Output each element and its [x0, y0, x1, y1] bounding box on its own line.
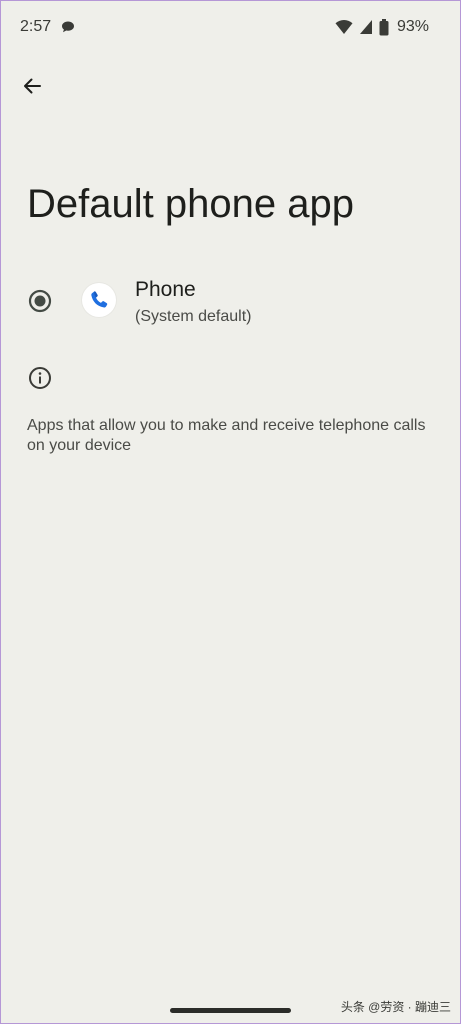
chat-bubble-icon: [62, 21, 74, 33]
status-time: 2:57: [20, 18, 52, 35]
page-title: Default phone app: [27, 182, 354, 226]
app-name: Phone: [135, 278, 196, 301]
watermark: 头条 @劳资 · 蹦迪三: [340, 1000, 451, 1014]
info-icon: [29, 367, 51, 389]
battery-percent: 93%: [396, 18, 429, 35]
app-option-phone[interactable]: Phone (System default): [0, 270, 461, 334]
status-bar: 2:57 93%: [0, 0, 461, 56]
status-icons: 93%: [335, 17, 429, 37]
cell-signal-icon: [359, 20, 372, 34]
app-subtitle: (System default): [135, 308, 252, 325]
info-description: Apps that allow you to make and receive …: [27, 417, 426, 454]
back-button[interactable]: [16, 70, 48, 102]
phone-handset-icon: [91, 291, 108, 308]
gesture-nav-handle[interactable]: [170, 1008, 291, 1013]
wifi-icon: [335, 20, 353, 34]
arrow-left-icon: [24, 78, 41, 94]
radio-button-selected[interactable]: [28, 289, 52, 313]
screen-frame: [0, 0, 461, 1024]
battery-icon: [379, 18, 389, 35]
phone-app-icon: [82, 283, 116, 317]
